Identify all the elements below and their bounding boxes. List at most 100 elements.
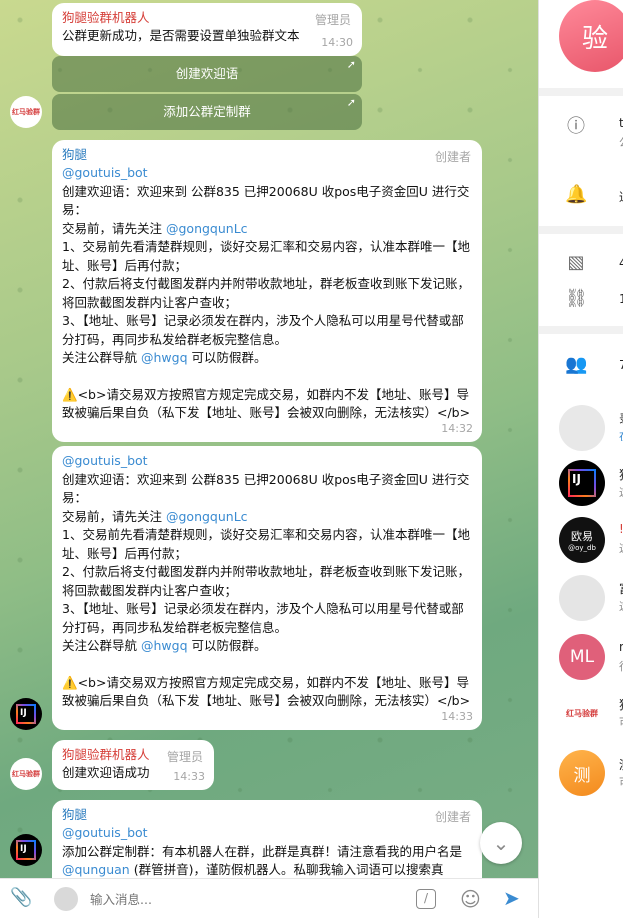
message-input-bar: 📎 / ☺ ➤ <box>0 878 538 918</box>
group-avatar[interactable]: 验 <box>559 0 623 72</box>
message-bubble: 狗腿验群机器人 管理员 公群更新成功，是否需要设置单独验群文本 14:30 <box>52 3 362 56</box>
inline-button-add-group[interactable]: 添加公群定制群 ➚ <box>52 94 362 130</box>
message-sender[interactable]: 狗腿验群机器人 <box>62 9 352 27</box>
member-avatar[interactable]: 红马验群 <box>559 690 605 736</box>
member-avatar-letter: ML <box>569 647 595 667</box>
intellij-icon: IJ <box>568 469 596 497</box>
welcome-line: 1、交易前先看清楚群规则，谈好交易汇率和交易内容，认准本群唯一【地址、账号】后再… <box>62 239 470 273</box>
section-divider <box>539 326 623 334</box>
bot-handle-link[interactable]: @goutuis_bot <box>62 164 472 183</box>
mention-link[interactable]: @gongqunLc <box>166 509 248 524</box>
info-text[interactable]: t <box>619 116 623 130</box>
message-text: 添加公群定制群：有本机器人在群，此群是真群！请注意看我的用户名是 @qungua… <box>62 843 463 878</box>
inline-button-label: 创建欢迎语 <box>175 66 239 81</box>
member-avatar[interactable] <box>559 405 605 451</box>
message-sender[interactable]: 狗腿 <box>62 806 472 824</box>
member-avatar[interactable]: ML <box>559 634 605 680</box>
welcome-line: 1、交易前先看清楚群规则，谈好交易汇率和交易内容，认准本群唯一【地址、账号】后再… <box>62 527 470 561</box>
message-bubble: 狗腿 创建者 @goutuis_bot 创建欢迎语：欢迎来到 公群835 已押2… <box>52 140 482 442</box>
member-status: 这 <box>619 598 623 614</box>
sender-avatar[interactable] <box>54 887 78 911</box>
inline-button-label: 添加公群定制群 <box>163 104 251 119</box>
sender-role: 管理员 <box>314 13 351 27</box>
link-icon[interactable]: ⛓ <box>565 288 588 310</box>
member-name[interactable]: 狗 <box>619 466 623 483</box>
chat-area: 狗腿验群机器人 管理员 公群更新成功，是否需要设置单独验群文本 14:30 创建… <box>0 0 538 878</box>
members-count: 7 <box>619 358 623 372</box>
scroll-down-button[interactable]: ⌄ <box>480 822 522 864</box>
member-avatar-label: 欧易 <box>571 530 593 543</box>
bot-handle-link[interactable]: @goutuis_bot <box>62 824 472 843</box>
owner-avatar[interactable]: IJ <box>10 698 42 730</box>
welcome-line: ⚠️<b>请交易双方按照官方规定完成交易，如群内不发【地址、账号】导致被骗后果自… <box>62 386 471 421</box>
members-icon: 👥 <box>565 354 588 375</box>
command-icon[interactable]: / <box>416 889 436 909</box>
send-icon[interactable]: ➤ <box>503 886 520 910</box>
welcome-line: 关注公群导航 @hwgq 可以防假群。 <box>62 638 267 653</box>
member-status: 行 <box>619 658 623 674</box>
member-status: 可 <box>619 774 623 790</box>
member-status: 这 <box>619 540 623 556</box>
message-input[interactable] <box>90 887 390 911</box>
intellij-icon: IJ <box>16 704 36 724</box>
member-name[interactable]: 狗 <box>619 696 623 713</box>
links-count[interactable]: 1 <box>619 292 623 306</box>
bot-avatar[interactable]: 红马验群 <box>10 96 42 128</box>
member-avatar[interactable]: IJ <box>559 460 605 506</box>
bot-handle-link[interactable]: @goutuis_bot <box>62 452 472 471</box>
bot-avatar[interactable]: 红马验群 <box>10 758 42 790</box>
member-avatar-label: 红马验群 <box>566 708 598 718</box>
info-sub: 公 <box>619 134 623 150</box>
mention-link[interactable]: @hwgq <box>141 638 188 653</box>
emoji-icon[interactable]: ☺ <box>460 887 481 911</box>
sender-role: 创建者 <box>434 150 471 164</box>
mention-link[interactable]: @qunguan <box>62 862 130 877</box>
intellij-icon: IJ <box>16 840 36 860</box>
section-divider <box>539 226 623 234</box>
sender-role: 管理员 <box>166 750 203 764</box>
welcome-line: 关注公群导航 @hwgq 可以防假群。 <box>62 350 267 365</box>
avatar-label: 红马验群 <box>12 108 40 116</box>
image-icon[interactable]: ▧ <box>565 252 587 274</box>
member-name[interactable]: 测 <box>619 756 623 773</box>
message-bubble: @goutuis_bot 创建欢迎语：欢迎来到 公群835 已押20068U 收… <box>52 446 482 730</box>
welcome-line: 创建欢迎语：欢迎来到 公群835 已押20068U 收pos电子资金回U 进行交… <box>62 471 470 506</box>
group-info-panel: 验 ⓘ t 公 🔔 通 ▧ 4 ⛓ 1 👥 7 录 在 IJ 狗 这 欧易 @o… <box>538 0 623 918</box>
message-bubble: 狗腿验群机器人 管理员 创建欢迎语成功 14:33 <box>52 740 214 790</box>
mention-link[interactable]: @gongqunLc <box>166 221 248 236</box>
member-name[interactable]: ! <box>619 522 623 536</box>
inline-button-create-welcome[interactable]: 创建欢迎语 ➚ <box>52 56 362 92</box>
arrow-icon: ➚ <box>346 58 356 71</box>
member-status: 在 <box>619 428 623 444</box>
attach-icon[interactable]: 📎 <box>10 887 32 908</box>
member-avatar[interactable] <box>559 575 605 621</box>
mention-link[interactable]: @hwgq <box>141 350 188 365</box>
message-time: 14:32 <box>441 421 473 435</box>
message-bubble: 狗腿 创建者 @goutuis_bot 添加公群定制群：有本机器人在群，此群是真… <box>52 800 482 878</box>
media-count[interactable]: 4 <box>619 256 623 270</box>
message-sender[interactable]: 狗腿 <box>62 146 472 164</box>
welcome-line: 创建欢迎语：欢迎来到 公群835 已押20068U 收pos电子资金回U 进行交… <box>62 183 470 218</box>
member-avatar-sub: @oy_db <box>568 544 596 552</box>
welcome-line: 交易前，请先关注 @gongqunLc <box>62 508 248 524</box>
member-name[interactable]: 录 <box>619 410 623 427</box>
welcome-line: 交易前，请先关注 @gongqunLc <box>62 220 248 236</box>
info-icon: ⓘ <box>567 116 585 137</box>
welcome-line: 3、【地址、账号】记录必须发在群内，涉及个人隐私可以用星号代替或部分打码，再同步… <box>62 601 464 635</box>
member-avatar[interactable]: 欧易 @oy_db <box>559 517 605 563</box>
bell-icon[interactable]: 🔔 <box>565 184 587 206</box>
owner-avatar[interactable]: IJ <box>10 834 42 866</box>
welcome-line: 2、付款后将支付截图发群内并附带收款地址，群老板查收到账下发记账，将回款截图发群… <box>62 564 470 598</box>
member-status: 可 <box>619 714 623 730</box>
welcome-line: 2、付款后将支付截图发群内并附带收款地址，群老板查收到账下发记账，将回款截图发群… <box>62 276 470 310</box>
avatar-label: 红马验群 <box>12 770 40 778</box>
sender-role: 创建者 <box>434 810 471 824</box>
chevron-down-icon: ⌄ <box>492 831 510 855</box>
group-avatar-letter: 验 <box>581 23 608 54</box>
member-avatar[interactable]: 测 <box>559 750 605 796</box>
member-name[interactable]: 富 <box>619 580 623 597</box>
member-name[interactable]: n <box>619 640 623 654</box>
notifications-text[interactable]: 通 <box>619 188 623 205</box>
message-time: 14:33 <box>441 709 473 723</box>
message-text: 公群更新成功，是否需要设置单独验群文本 <box>62 28 300 43</box>
